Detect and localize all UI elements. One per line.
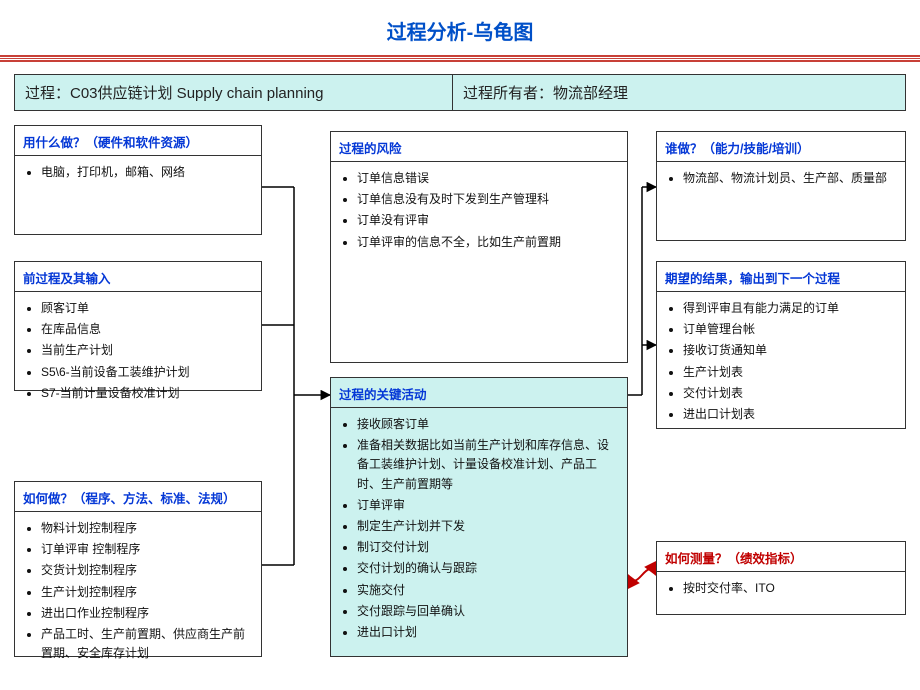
list-item: 交付计划表 bbox=[683, 383, 897, 404]
list-item: 产品工时、生产前置期、供应商生产前置期、安全库存计划 bbox=[41, 624, 253, 664]
list-item: 订单评审 控制程序 bbox=[41, 539, 253, 560]
box-how-list: 物料计划控制程序订单评审 控制程序交货计划控制程序生产计划控制程序进出口作业控制… bbox=[15, 512, 261, 672]
box-inputs: 前过程及其输入 顾客订单在库品信息当前生产计划S5\6-当前设备工装维护计划S7… bbox=[14, 261, 262, 391]
list-item: 订单管理台帐 bbox=[683, 319, 897, 340]
box-resources-title: 用什么做？（硬件和软件资源） bbox=[15, 126, 261, 155]
list-item: 顾客订单 bbox=[41, 298, 253, 319]
list-item: S7-当前计量设备校准计划 bbox=[41, 383, 253, 404]
box-how: 如何做？（程序、方法、标准、法规） 物料计划控制程序订单评审 控制程序交货计划控… bbox=[14, 481, 262, 657]
box-how-title: 如何做？（程序、方法、标准、法规） bbox=[15, 482, 261, 511]
process-cell: 过程：C03供应链计划 Supply chain planning bbox=[15, 75, 453, 110]
list-item: 订单评审 bbox=[357, 495, 619, 516]
list-item: 接收订货通知单 bbox=[683, 340, 897, 361]
box-key-activities: 过程的关键活动 接收顾客订单准备相关数据比如当前生产计划和库存信息、设备工装维护… bbox=[330, 377, 628, 657]
list-item: 接收顾客订单 bbox=[357, 414, 619, 435]
box-who: 谁做？（能力/技能/培训） 物流部、物流计划员、生产部、质量部 bbox=[656, 131, 906, 241]
box-resources-list: 电脑，打印机，邮箱、网络 bbox=[15, 156, 261, 191]
list-item: 订单评审的信息不全，比如生产前置期 bbox=[357, 232, 619, 253]
list-item: 交付跟踪与回单确认 bbox=[357, 601, 619, 622]
list-item: 交付计划的确认与跟踪 bbox=[357, 558, 619, 579]
list-item: 生产计划表 bbox=[683, 362, 897, 383]
box-who-list: 物流部、物流计划员、生产部、质量部 bbox=[657, 162, 905, 197]
box-risk-list: 订单信息错误订单信息没有及时下发到生产管理科订单没有评审订单评审的信息不全，比如… bbox=[331, 162, 627, 261]
list-item: 订单没有评审 bbox=[357, 210, 619, 231]
box-measure-list: 按时交付率、ITO bbox=[657, 572, 905, 607]
page-title: 过程分析-乌龟图 bbox=[0, 0, 920, 57]
box-measure: 如何测量？（绩效指标） 按时交付率、ITO bbox=[656, 541, 906, 615]
box-inputs-list: 顾客订单在库品信息当前生产计划S5\6-当前设备工装维护计划S7-当前计量设备校… bbox=[15, 292, 261, 412]
list-item: 按时交付率、ITO bbox=[683, 578, 897, 599]
list-item: 在库品信息 bbox=[41, 319, 253, 340]
list-item: 物料计划控制程序 bbox=[41, 518, 253, 539]
list-item: 交货计划控制程序 bbox=[41, 560, 253, 581]
box-who-title: 谁做？（能力/技能/培训） bbox=[657, 132, 905, 161]
box-output-list: 得到评审且有能力满足的订单订单管理台帐接收订货通知单生产计划表交付计划表进出口计… bbox=[657, 292, 905, 433]
box-key-title: 过程的关键活动 bbox=[331, 378, 627, 407]
box-measure-title: 如何测量？（绩效指标） bbox=[657, 542, 905, 571]
list-item: 进出口计划表 bbox=[683, 404, 897, 425]
list-item: 当前生产计划 bbox=[41, 340, 253, 361]
box-output: 期望的结果，输出到下一个过程 得到评审且有能力满足的订单订单管理台帐接收订货通知… bbox=[656, 261, 906, 429]
list-item: 订单信息没有及时下发到生产管理科 bbox=[357, 189, 619, 210]
box-output-title: 期望的结果，输出到下一个过程 bbox=[657, 262, 905, 291]
box-key-list: 接收顾客订单准备相关数据比如当前生产计划和库存信息、设备工装维护计划、计量设备校… bbox=[331, 408, 627, 651]
list-item: 物流部、物流计划员、生产部、质量部 bbox=[683, 168, 897, 189]
list-item: 进出口作业控制程序 bbox=[41, 603, 253, 624]
list-item: 得到评审且有能力满足的订单 bbox=[683, 298, 897, 319]
list-item: 制定生产计划并下发 bbox=[357, 516, 619, 537]
box-resources: 用什么做？（硬件和软件资源） 电脑，打印机，邮箱、网络 bbox=[14, 125, 262, 235]
list-item: 生产计划控制程序 bbox=[41, 582, 253, 603]
box-risk: 过程的风险 订单信息错误订单信息没有及时下发到生产管理科订单没有评审订单评审的信… bbox=[330, 131, 628, 363]
list-item: 订单信息错误 bbox=[357, 168, 619, 189]
turtle-grid: 用什么做？（硬件和软件资源） 电脑，打印机，邮箱、网络 前过程及其输入 顾客订单… bbox=[14, 125, 906, 680]
list-item: 制订交付计划 bbox=[357, 537, 619, 558]
owner-cell: 过程所有者：物流部经理 bbox=[453, 75, 905, 110]
box-inputs-title: 前过程及其输入 bbox=[15, 262, 261, 291]
list-item: 进出口计划 bbox=[357, 622, 619, 643]
box-risk-title: 过程的风险 bbox=[331, 132, 627, 161]
header-row: 过程：C03供应链计划 Supply chain planning 过程所有者：… bbox=[14, 74, 906, 111]
title-divider bbox=[0, 57, 920, 60]
list-item: S5\6-当前设备工装维护计划 bbox=[41, 362, 253, 383]
list-item: 实施交付 bbox=[357, 580, 619, 601]
list-item: 电脑，打印机，邮箱、网络 bbox=[41, 162, 253, 183]
list-item: 准备相关数据比如当前生产计划和库存信息、设备工装维护计划、计量设备校准计划、产品… bbox=[357, 435, 619, 495]
